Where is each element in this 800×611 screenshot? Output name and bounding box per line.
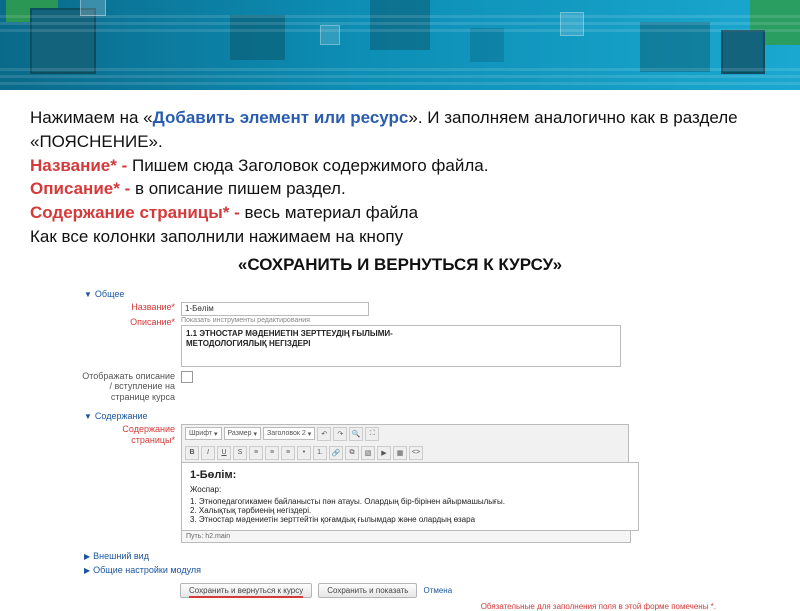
name-input[interactable]: 1-Бөлім [181,302,369,316]
align-center-icon[interactable]: ≡ [265,446,279,460]
instruction-line-desc: Описание* - в описание пишем раздел. [30,177,770,201]
moodle-form-screenshot: ▼Общее Название* 1-Бөлім Описание* Показ… [80,287,720,611]
add-resource-link-text: Добавить элемент или ресурс [153,108,409,127]
section-module-settings[interactable]: ▶Общие настройки модуля [80,563,720,577]
section-content[interactable]: ▼Содержание [80,409,720,423]
label-description: Описание* [80,317,181,328]
collapse-icon: ▼ [84,290,92,299]
instruction-line-final: Как все колонки заполнили нажимаем на кн… [30,225,770,249]
slide-header-banner [0,0,800,90]
show-description-checkbox[interactable] [181,371,193,383]
editor-heading: 1-Бөлім: [190,469,630,481]
list-number-icon[interactable]: 1. [313,446,327,460]
label-name: Название* [80,302,181,313]
align-left-icon[interactable]: ≡ [249,446,263,460]
italic-icon[interactable]: I [201,446,215,460]
expand-icon: ▶ [84,566,90,575]
save-and-return-button[interactable]: Сохранить и вернуться к курсу [180,583,312,598]
image-icon[interactable]: ▧ [361,446,375,460]
bold-icon[interactable]: B [185,446,199,460]
description-editor[interactable]: 1.1 ЭТНОСТАР МӘДЕНИЕТІН ЗЕРТТЕУДІҢ ҒЫЛЫМ… [181,325,621,367]
font-family-select[interactable]: Шрифт ▾ [185,427,222,440]
label-show-on-course: Отображать описание / вступление на стра… [80,371,181,403]
undo-icon[interactable]: ↶ [317,427,331,441]
instruction-save-line: «СОХРАНИТЬ И ВЕРНУТЬСЯ К КУРСУ» [30,253,770,277]
instruction-line-1: Нажимаем на «Добавить элемент или ресурс… [30,106,770,154]
save-and-show-button[interactable]: Сохранить и показать [318,583,417,598]
media-icon[interactable]: ▶ [377,446,391,460]
align-right-icon[interactable]: ≡ [281,446,295,460]
search-icon[interactable]: 🔍 [349,427,363,441]
strike-icon[interactable]: S [233,446,247,460]
instruction-line-content: Содержание страницы* - весь материал фай… [30,201,770,225]
underline-icon[interactable]: U [217,446,231,460]
cancel-link[interactable]: Отмена [423,586,452,595]
redo-icon[interactable]: ↷ [333,427,347,441]
editor-toolbar: Шрифт ▾ Размер ▾ Заголовок 2 ▾ ↶ ↷ 🔍 ⛶ B… [181,424,629,462]
required-fields-note: Обязательные для заполнения поля в этой … [80,602,716,611]
link-icon[interactable]: 🔗 [329,446,343,460]
font-size-select[interactable]: Размер ▾ [224,427,262,440]
label-page-content: Содержание страницы* [80,424,181,446]
instruction-line-name: Название* - Пишем сюда Заголовок содержи… [30,154,770,178]
heading-select[interactable]: Заголовок 2 ▾ [263,427,315,440]
unlink-icon[interactable]: ⧉ [345,446,359,460]
collapse-icon: ▼ [84,412,92,421]
section-general[interactable]: ▼Общее [80,287,720,301]
section-appearance[interactable]: ▶Внешний вид [80,549,720,563]
desc-toolbar-hint[interactable]: Показать инструменты редактирования [181,317,621,324]
expand-icon: ▶ [84,552,90,561]
fullscreen-icon[interactable]: ⛶ [365,427,379,441]
instruction-block: Нажимаем на «Добавить элемент или ресурс… [0,90,800,283]
editor-path-bar: Путь: h2.main [181,531,631,543]
page-content-editor[interactable]: 1-Бөлім: Жоспар: 1. Этнопедагогикамен ба… [181,462,639,531]
code-icon[interactable]: <> [409,446,423,460]
table-icon[interactable]: ▦ [393,446,407,460]
list-bullet-icon[interactable]: • [297,446,311,460]
